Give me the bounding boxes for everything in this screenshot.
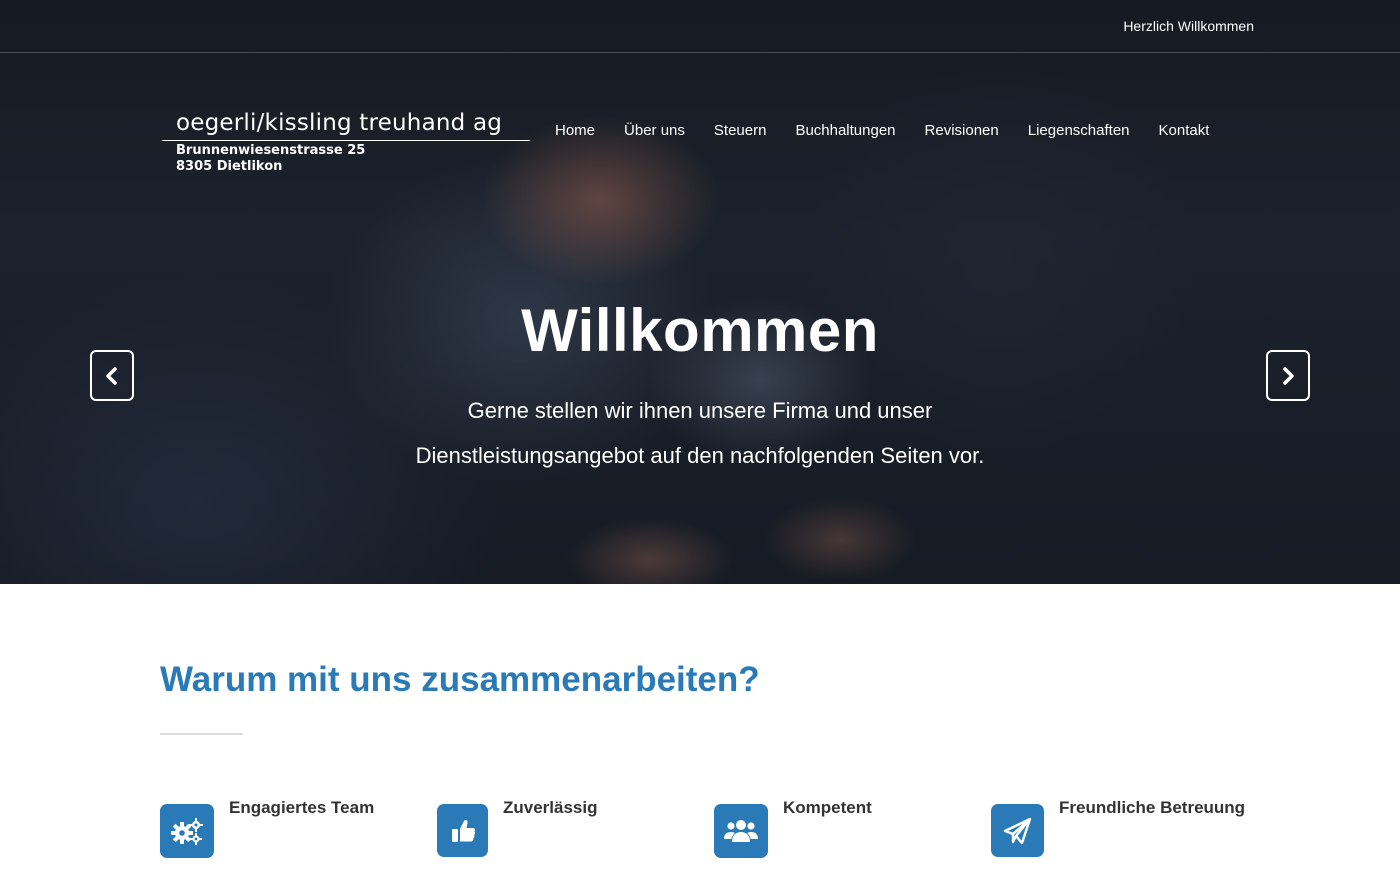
slider-prev-button[interactable] [90,350,134,401]
company-name: oegerli/kissling treuhand ag [176,110,503,136]
hero-title: Willkommen [521,297,879,364]
gears-icon [160,804,214,858]
feature-label: Freundliche Betreuung [1059,798,1246,817]
section-divider [160,733,243,735]
section-title: Warum mit uns zusammenarbeiten? [160,660,760,699]
nav-item-revisionen[interactable]: Revisionen [925,121,999,141]
nav-item-steuern[interactable]: Steuern [714,121,767,141]
chevron-right-icon [1283,366,1294,385]
logo-divider [162,140,530,141]
nav-item-liegenschaften[interactable]: Liegenschaften [1028,121,1130,141]
greeting-text: Herzlich Willkommen [1123,18,1254,34]
company-street: Brunnenwiesenstrasse 25 [176,143,366,158]
feature-item: Kompetent [714,798,872,858]
main-nav: Home Über uns Steuern Buchhaltungen Revi… [555,121,1238,141]
nav-item-home[interactable]: Home [555,121,595,141]
nav-item-ueber-uns[interactable]: Über uns [624,121,685,141]
slider-next-button[interactable] [1266,350,1310,401]
chevron-left-icon [106,366,117,385]
feature-label: Engagiertes Team [229,798,375,817]
feature-label: Zuverlässig [503,798,598,817]
nav-item-buchhaltungen[interactable]: Buchhaltungen [795,121,895,141]
hero-text: Gerne stellen wir ihnen unsere Firma und… [350,388,1050,478]
hero-text-line: Dienstleistungsangebot auf den nachfolge… [415,443,985,468]
hero-slider: Herzlich Willkommen oegerli/kissling tre… [0,0,1400,584]
thumbs-up-icon [437,804,488,857]
company-city: 8305 Dietlikon [176,159,283,174]
paper-plane-icon [991,804,1044,857]
hero-text-line: Gerne stellen wir ihnen unsere Firma und… [467,398,933,423]
feature-item: Freundliche Betreuung [991,798,1245,857]
feature-item: Engagiertes Team [160,798,374,858]
top-bar: Herzlich Willkommen [0,0,1400,53]
nav-item-kontakt[interactable]: Kontakt [1159,121,1210,141]
users-icon [714,804,768,858]
feature-item: Zuverlässig [437,798,598,857]
company-logo[interactable]: oegerli/kissling treuhand ag Brunnenwies… [162,108,530,175]
feature-label: Kompetent [783,798,872,817]
